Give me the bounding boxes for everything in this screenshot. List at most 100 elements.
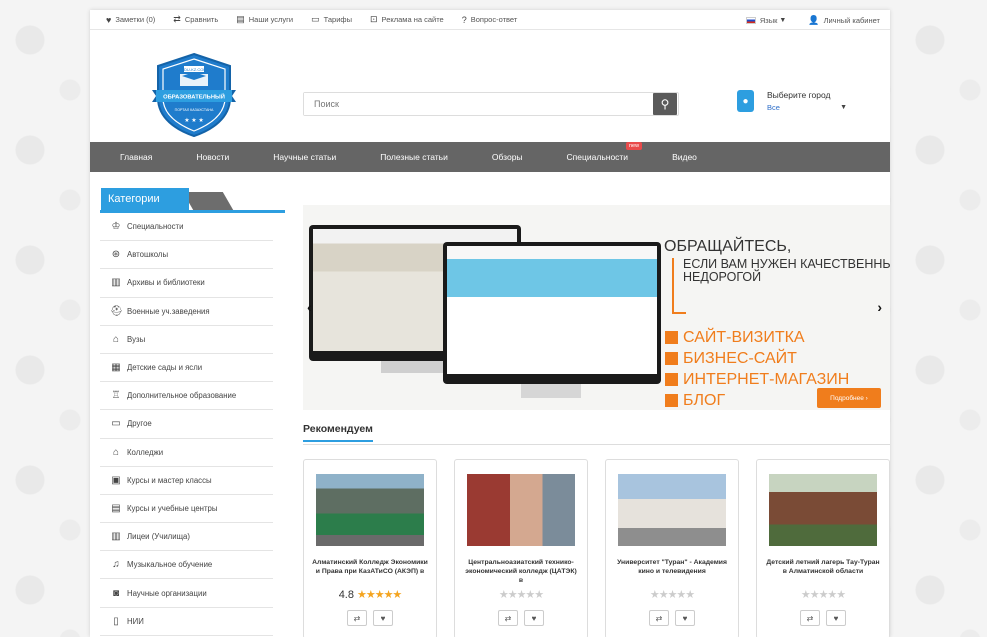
institution-name[interactable]: Алматинский Колледж Экономики и Права пр… [312, 558, 428, 576]
steering-wheel-icon: ⊛ [111, 249, 121, 261]
category-item[interactable]: ♖ Дополнительное образование [100, 382, 273, 411]
nav-item-scientific[interactable]: Научные статьи [273, 152, 336, 162]
search-input[interactable] [304, 93, 653, 115]
category-item[interactable]: ▥ Архивы и библиотеки [100, 269, 273, 298]
tariffs-link[interactable]: ▭ Тарифы [311, 14, 352, 25]
categories-sidebar: Категории ♔ Специальности ⊛ Автошколы ▥ Арх… [100, 188, 285, 636]
monitor-image [443, 242, 661, 384]
institution-card[interactable]: Детский летний лагерь Тау-Туран в Алмати… [756, 459, 890, 637]
compare-button[interactable]: ⇄ [347, 610, 367, 626]
user-icon: 👤 [808, 14, 820, 25]
site-logo[interactable]: EDU-KZ.COM ОБРАЗОВАТЕЛЬНЫЙ ПОРТАЛ КАЗАХС… [152, 52, 236, 138]
category-item[interactable]: ♫ Музыкальное обучение [100, 551, 273, 580]
category-item[interactable]: ▦ Детские сады и ясли [100, 354, 273, 383]
university-icon: ⌂ [112, 333, 120, 345]
services-link[interactable]: ▤ Наши услуги [236, 14, 293, 25]
promo-list-item: ИНТЕРНЕТ-МАГАЗИН [665, 369, 849, 390]
favorite-button[interactable]: ♥ [675, 610, 695, 626]
promo-banner[interactable]: ОБРАЩАЙТЕСЬ, ЕСЛИ ВАМ НУЖЕН КАЧЕСТВЕННЫЙ… [303, 205, 890, 410]
notes-link[interactable]: ♥ Заметки (0) [106, 15, 155, 25]
favorite-button[interactable]: ♥ [373, 610, 393, 626]
slider-prev-icon[interactable]: ‹ [307, 299, 312, 315]
svg-text:ОБРАЗОВАТЕЛЬНЫЙ: ОБРАЗОВАТЕЛЬНЫЙ [163, 93, 225, 101]
institution-photo[interactable] [316, 474, 424, 546]
search-bar: ⚲ [303, 92, 679, 116]
rating-stars: ★★★★★ [649, 589, 695, 601]
promo-list-item: БИЗНЕС-САЙТ [665, 348, 849, 369]
compare-button[interactable]: ⇄ [649, 610, 669, 626]
recommend-cards: Алматинский Колледж Экономики и Права пр… [303, 459, 890, 637]
institution-photo[interactable] [467, 474, 575, 546]
search-button[interactable]: ⚲ [653, 93, 677, 115]
ad-icon: ⊡ [369, 14, 378, 24]
category-item[interactable]: ▭ Другое [100, 410, 273, 439]
research-institute-icon: ▯ [113, 615, 119, 627]
main-nav: Главная Новости Научные статьи Полезные … [90, 142, 890, 172]
compare-button[interactable]: ⇄ [498, 610, 518, 626]
promo-list-item: САЙТ-ВИЗИТКА [665, 327, 849, 348]
category-item[interactable]: ⊛ Автошколы [100, 241, 273, 270]
favorite-button[interactable]: ♥ [826, 610, 846, 626]
caret-down-icon: ▼ [840, 104, 847, 111]
rating-value: 4.8 [338, 589, 354, 601]
promo-title: ОБРАЩАЙТЕСЬ, [664, 238, 792, 255]
category-item[interactable]: ⛑ Военные уч.заведения [100, 298, 273, 326]
presentation-icon: ▣ [111, 474, 121, 486]
nav-item-reviews[interactable]: Обзоры [492, 152, 523, 162]
category-item[interactable]: ▣ Курсы и мастер классы [100, 467, 273, 495]
more-button[interactable]: Подробнее › [817, 388, 881, 408]
language-selector[interactable]: Язык ▼ [745, 16, 790, 25]
institution-name[interactable]: Университет "Туран" - Академия кино и те… [614, 558, 730, 576]
nav-item-specialties[interactable]: Специальности new [567, 142, 643, 162]
science-icon: ◙ [112, 587, 120, 599]
slider-next-icon[interactable]: › [877, 299, 882, 315]
nav-item-home[interactable]: Главная [120, 152, 152, 162]
faq-link[interactable]: ? Вопрос-ответ [462, 15, 518, 25]
category-item[interactable]: ◙ Научные организации [100, 579, 273, 608]
books-icon: ▥ [111, 277, 121, 289]
heart-icon: ♥ [106, 14, 112, 25]
nav-item-video[interactable]: Видео [672, 152, 697, 162]
institution-card[interactable]: Университет "Туран" - Академия кино и те… [605, 459, 739, 637]
category-item[interactable]: ⌂ Вузы [100, 326, 273, 354]
institution-photo[interactable] [618, 474, 726, 546]
top-bar: ♥ Заметки (0) ⇄ Сравнить ▤ Наши услуги ▭ Тар… [90, 10, 890, 30]
institution-name[interactable]: Детский летний лагерь Тау-Туран в Алмати… [765, 558, 881, 576]
favorite-button[interactable]: ♥ [524, 610, 544, 626]
institution-photo[interactable] [769, 474, 877, 546]
rating-stars: ★★★★★ [800, 589, 846, 601]
city-dropdown[interactable]: Все ▼ [767, 103, 847, 112]
compare-icon: ⇄ [655, 613, 663, 623]
heart-icon: ♥ [682, 613, 688, 623]
location-pin-icon: ● [737, 90, 754, 112]
category-item[interactable]: ▤ Курсы и учебные центры [100, 495, 273, 524]
nav-item-useful[interactable]: Полезные статьи [380, 152, 448, 162]
institution-card[interactable]: Центральноазиатский технико-экономически… [454, 459, 588, 637]
question-icon: ? [461, 14, 467, 25]
category-item[interactable]: ▯ НИИ [100, 608, 273, 636]
recommend-header: Рекомендуем [303, 423, 890, 445]
heart-icon: ♥ [380, 613, 386, 623]
document-icon: ▤ [236, 14, 245, 24]
city-selector[interactable]: ● Выберите город Все ▼ [737, 90, 847, 112]
institution-card[interactable]: Алматинский Колледж Экономики и Права пр… [303, 459, 437, 637]
compare-button[interactable]: ⇄ [800, 610, 820, 626]
flag-icon [745, 16, 756, 24]
category-item[interactable]: ▥ Лицеи (Училища) [100, 523, 273, 552]
nav-item-news[interactable]: Новости [196, 152, 229, 162]
card-icon: ▭ [311, 14, 320, 24]
training-center-icon: ▤ [111, 502, 121, 514]
categories-title: Категории [101, 188, 189, 210]
compare-icon: ⇄ [173, 14, 181, 24]
caret-down-icon: ▼ [779, 16, 787, 24]
compare-icon: ⇄ [353, 613, 361, 623]
categories-list: ♔ Специальности ⊛ Автошколы ▥ Архивы и библ… [100, 213, 285, 636]
category-item[interactable]: ⌂ Колледжи [100, 439, 273, 467]
cabinet-link[interactable]: 👤 Личный кабинет [808, 15, 880, 26]
specialties-icon: ♔ [111, 221, 121, 233]
ads-link[interactable]: ⊡ Реклама на сайте [370, 14, 444, 25]
rating-stars: 4.8 ★★★★★ [338, 589, 403, 601]
category-item[interactable]: ♔ Специальности [100, 213, 273, 242]
institution-name[interactable]: Центральноазиатский технико-экономически… [463, 558, 579, 585]
compare-link[interactable]: ⇄ Сравнить [173, 14, 218, 25]
